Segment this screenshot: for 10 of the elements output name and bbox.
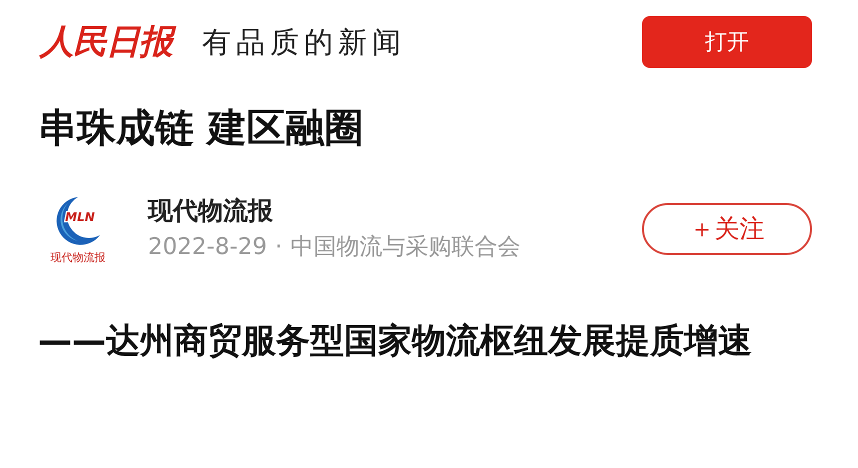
newspaper-logo: 人民日报 [38, 20, 178, 64]
publisher-name: 现代物流报 [148, 196, 274, 226]
source-name: 中国物流与采购联合会 [290, 234, 520, 262]
publish-date: 2022-8-29 [148, 234, 268, 262]
separator: · [275, 234, 282, 262]
open-button[interactable]: 打开 [642, 16, 812, 68]
follow-button[interactable]: ＋关注 [642, 202, 812, 255]
article-title: 串珠成链 建区融圈 [38, 106, 365, 153]
tagline: 有品质的新闻 [202, 28, 407, 56]
article-subtitle: ——达州商贸服务型国家物流枢纽发展提质增速 [38, 320, 753, 363]
